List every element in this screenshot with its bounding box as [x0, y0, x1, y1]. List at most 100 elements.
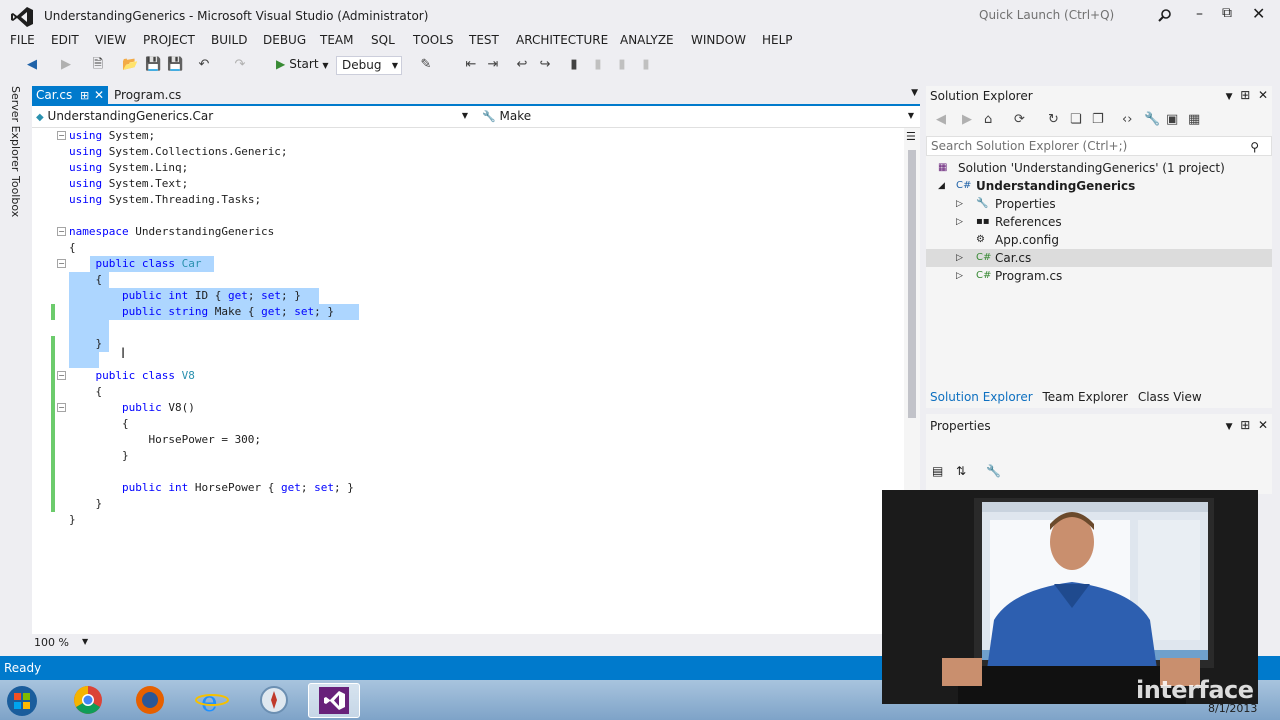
server-explorer-tab[interactable]: Server Explorer [9, 86, 22, 171]
tree-item-program-cs[interactable]: ▷ C# Program.cs [954, 267, 1062, 285]
class-diagram-icon[interactable]: ▦ [1188, 112, 1200, 127]
close-icon[interactable]: ✕ [1252, 4, 1265, 23]
quick-launch-input[interactable]: Quick Launch (Ctrl+Q) [979, 8, 1114, 22]
restore-icon[interactable]: ⧉ [1222, 5, 1232, 21]
collapsed-arrow-icon[interactable]: ▷ [956, 267, 963, 285]
start-debugging-button[interactable]: ▶ Start ▼ [276, 57, 329, 71]
menu-edit[interactable]: EDIT [51, 33, 79, 47]
member-dropdown[interactable]: 🔧 Make ▼ [478, 109, 918, 126]
code-line: public class V8 [32, 368, 904, 384]
comment-icon[interactable]: ⇤ [463, 57, 479, 73]
chrome-taskbar-icon[interactable] [62, 683, 114, 718]
home-icon[interactable]: ⌂ [984, 112, 992, 127]
collapsed-arrow-icon[interactable]: ▷ [956, 213, 963, 231]
next-bookmark-icon[interactable]: ▮ [614, 57, 630, 73]
code-line: public class Car [32, 256, 904, 272]
zoom-level-select[interactable]: 100 % [34, 636, 69, 649]
menu-tools[interactable]: TOOLS [413, 33, 454, 47]
csharp-project-icon: C# [956, 180, 972, 191]
tree-item-solution[interactable]: ▦ Solution 'UnderstandingGenerics' (1 pr… [938, 159, 1225, 177]
collapsed-arrow-icon[interactable]: ▷ [956, 249, 963, 267]
chevron-down-icon[interactable]: ▼ [82, 637, 88, 646]
undo-icon[interactable]: ↶ [196, 57, 212, 73]
save-all-icon[interactable]: 💾 [167, 57, 183, 73]
redo-icon[interactable]: ↷ [232, 57, 248, 73]
close-icon[interactable]: ✕ [1258, 418, 1268, 432]
scroll-thumb[interactable] [908, 150, 916, 418]
tab-solution-explorer[interactable]: Solution Explorer [930, 390, 1033, 404]
menu-window[interactable]: WINDOW [691, 33, 746, 47]
minimize-icon[interactable]: – [1196, 6, 1203, 22]
navigate-forward-icon[interactable]: ▶ [58, 57, 74, 73]
tree-item-references[interactable]: ▷ ▪▪ References [954, 213, 1062, 231]
properties-wrench-icon[interactable]: 🔧 [1144, 112, 1160, 127]
tree-item-car-cs[interactable]: ▷ C# Car.cs [926, 249, 1272, 267]
refresh-icon[interactable]: ↻ [1048, 112, 1059, 127]
solution-explorer-search[interactable]: Search Solution Explorer (Ctrl+;) ⚲ [926, 136, 1272, 156]
pin-icon[interactable]: ⊞ [1240, 418, 1250, 432]
view-code-icon[interactable]: ‹› [1122, 112, 1132, 127]
back-icon[interactable]: ◀ [936, 112, 946, 127]
solution-configuration-select[interactable]: Debug ▼ [336, 56, 402, 75]
expanded-arrow-icon[interactable]: ◢ [938, 177, 945, 195]
visual-studio-taskbar-icon[interactable] [308, 683, 360, 718]
internet-explorer-taskbar-icon[interactable]: e [186, 683, 238, 718]
code-editor[interactable]: − − − − − using System; using System.Col… [32, 128, 904, 634]
search-icon[interactable]: ⚲ [1250, 138, 1259, 156]
tree-item-app-config[interactable]: ⚙ App.config [954, 231, 1059, 249]
menu-build[interactable]: BUILD [211, 33, 247, 47]
safari-taskbar-icon[interactable] [248, 683, 300, 718]
tree-item-properties[interactable]: ▷ 🔧 Properties [954, 195, 1056, 213]
sync-icon[interactable]: ⟳ [1014, 112, 1025, 127]
menu-file[interactable]: FILE [10, 33, 35, 47]
split-window-icon[interactable]: ☰ [906, 130, 916, 143]
tree-item-project[interactable]: ◢ C# UnderstandingGenerics [936, 177, 1135, 195]
preview-icon[interactable]: ▣ [1166, 112, 1178, 127]
menu-analyze[interactable]: ANALYZE [620, 33, 674, 47]
code-text: { [69, 385, 103, 398]
menu-test[interactable]: TEST [469, 33, 499, 47]
collapse-all-icon[interactable]: ❏ [1070, 112, 1082, 127]
forward-icon[interactable]: ▶ [962, 112, 972, 127]
close-tab-icon[interactable]: ✕ [94, 86, 104, 105]
find-in-files-icon[interactable]: ✎ [418, 57, 434, 73]
menu-help[interactable]: HELP [762, 33, 793, 47]
tab-team-explorer[interactable]: Team Explorer [1043, 390, 1129, 404]
prev-bookmark-icon[interactable]: ▮ [590, 57, 606, 73]
navigate-back-icon[interactable]: ◀ [24, 57, 40, 73]
collapsed-arrow-icon[interactable]: ▷ [956, 195, 963, 213]
categorized-icon[interactable]: ▤ [932, 464, 943, 478]
menu-team[interactable]: TEAM [320, 33, 353, 47]
step-over-icon[interactable]: ↪ [537, 57, 553, 73]
pin-icon[interactable]: ⊞ [80, 86, 89, 105]
chevron-down-icon[interactable]: ▼ [1226, 92, 1233, 102]
show-all-files-icon[interactable]: ❐ [1092, 112, 1104, 127]
bookmark-icon[interactable]: ▮ [566, 57, 582, 73]
start-menu-button[interactable] [0, 683, 48, 718]
firefox-taskbar-icon[interactable] [124, 683, 176, 718]
alphabetical-icon[interactable]: ⇅ [956, 464, 966, 478]
menu-sql[interactable]: SQL [371, 33, 395, 47]
tab-car-cs[interactable]: Car.cs ⊞ ✕ [32, 86, 108, 105]
chevron-down-icon[interactable]: ▼ [1226, 422, 1233, 432]
property-pages-icon[interactable]: 🔧 [986, 464, 1001, 478]
save-icon[interactable]: 💾 [145, 57, 161, 73]
tab-class-view[interactable]: Class View [1138, 390, 1202, 404]
chevron-down-icon[interactable]: ▼ [911, 88, 918, 98]
pin-icon[interactable]: ⊞ [1240, 88, 1250, 102]
menu-view[interactable]: VIEW [95, 33, 126, 47]
tab-program-cs[interactable]: Program.cs [114, 86, 181, 105]
menu-debug[interactable]: DEBUG [263, 33, 306, 47]
toolbox-tab[interactable]: Toolbox [9, 176, 22, 217]
step-into-icon[interactable]: ↩ [514, 57, 530, 73]
new-project-icon[interactable]: 🗎 [90, 57, 106, 73]
menu-project[interactable]: PROJECT [143, 33, 195, 47]
open-file-icon[interactable]: 📂 [122, 57, 138, 73]
uncomment-icon[interactable]: ⇥ [485, 57, 501, 73]
search-icon[interactable] [1158, 8, 1172, 25]
type-dropdown[interactable]: ◆ UnderstandingGenerics.Car ▼ [32, 109, 472, 126]
menu-architecture[interactable]: ARCHITECTURE [516, 33, 608, 47]
close-icon[interactable]: ✕ [1258, 88, 1268, 102]
code-line: { [32, 416, 904, 432]
clear-bookmarks-icon[interactable]: ▮ [638, 57, 654, 73]
